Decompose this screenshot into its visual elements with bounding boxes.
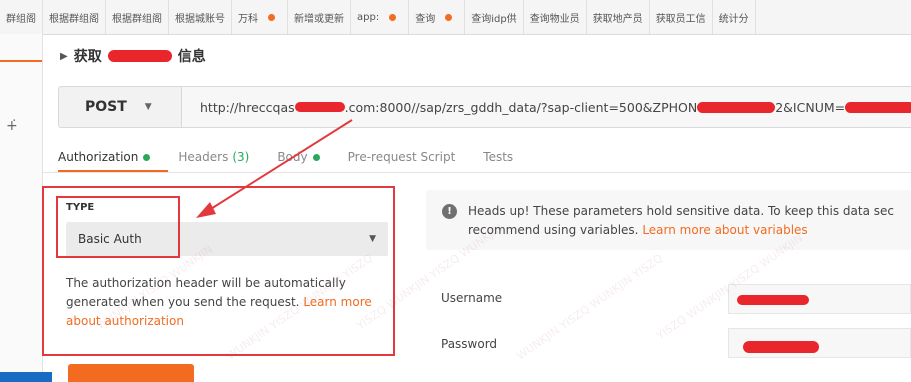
tab-headers[interactable]: Headers (3) — [178, 150, 249, 164]
auth-desc-line1: The authorization header will be automat… — [66, 276, 346, 290]
svg-text:WUNKJIN YISZQ WUNKJIN YISZQ: WUNKJIN YISZQ WUNKJIN YISZQ — [514, 251, 665, 362]
sidebar-collapsed: +̇ — [0, 34, 43, 382]
redaction-mark — [294, 102, 345, 112]
active-tab-underline — [58, 170, 168, 172]
status-dot-icon — [312, 153, 320, 161]
tab-item[interactable]: 根据群组阁 — [106, 0, 169, 34]
sidebar-active-indicator — [0, 60, 42, 62]
redaction-mark — [743, 341, 819, 353]
tab-item-label: 获取员工信 — [655, 13, 706, 25]
tab-item-label: 查询物业员 — [529, 13, 580, 25]
tab-item-label: 获取地产员 — [592, 13, 643, 25]
password-input[interactable] — [728, 328, 911, 358]
sidebar-toggle-icon[interactable]: +̇ — [6, 118, 18, 134]
request-title[interactable]: ▶ 获取 信息 — [60, 46, 206, 66]
method-select[interactable]: POST ▼ — [58, 86, 182, 128]
tab-item[interactable]: 根据群组阁 — [43, 0, 106, 34]
tab-tests-label: Tests — [483, 150, 514, 164]
url-part-3: 2&ICNUM= — [775, 99, 846, 115]
tab-body-label: Body — [277, 150, 308, 164]
auth-description: The authorization header will be automat… — [66, 274, 388, 331]
username-label: Username — [441, 291, 503, 305]
unsaved-dot-icon — [389, 13, 397, 21]
auth-desc-line2: generated when you send the request. — [66, 295, 300, 309]
tab-item-label: 根据城账号 — [175, 13, 225, 25]
tab-item[interactable]: 群组阁 — [0, 0, 43, 34]
learn-more-auth-link-cont[interactable]: about authorization — [66, 314, 184, 328]
tab-tests[interactable]: Tests — [483, 150, 513, 164]
url-part-1: http://hreccqas — [200, 99, 295, 115]
method-value: POST — [85, 99, 127, 115]
notice-line1: Heads up! These parameters hold sensitiv… — [468, 204, 894, 218]
learn-more-auth-link[interactable]: Learn more — [303, 295, 371, 309]
tab-item[interactable]: 查询idp供 — [465, 0, 524, 34]
tab-item[interactable]: 获取地产员 — [587, 0, 650, 34]
chevron-down-icon: ▼ — [369, 234, 376, 244]
tab-body[interactable]: Body — [277, 150, 320, 164]
request-subtabs: Authorization Headers (3) Body Pre-reque… — [58, 142, 541, 172]
request-title-suffix: 信息 — [177, 49, 206, 65]
status-dot-icon — [143, 153, 151, 161]
tab-pre-request-script[interactable]: Pre-request Script — [348, 150, 456, 164]
unsaved-dot-icon — [445, 13, 453, 21]
tab-item[interactable]: 万科 — [232, 0, 288, 34]
annotation-box-type — [56, 196, 180, 258]
notice-line2: recommend using variables. — [468, 223, 639, 237]
tab-item-label: 查询idp供 — [471, 13, 517, 25]
url-part-2: .com:8000//sap/zrs_gddh_data/?sap-client… — [344, 99, 698, 115]
taskbar-corner — [0, 372, 52, 382]
learn-more-variables-link[interactable]: Learn more about variables — [642, 223, 807, 237]
tab-divider — [42, 172, 911, 173]
sensitive-data-notice: ! Heads up! These parameters hold sensit… — [426, 190, 911, 250]
tab-item-label: 根据群组阁 — [49, 13, 99, 25]
headers-count-badge: (3) — [232, 150, 250, 164]
unsaved-dot-icon — [268, 13, 275, 21]
tab-item-label: 万科 — [238, 13, 258, 25]
tab-item-label: 统计分 — [718, 13, 749, 25]
tab-item[interactable]: 根据城账号 — [169, 0, 232, 34]
redaction-mark — [107, 50, 172, 62]
password-label: Password — [441, 337, 498, 351]
tab-item[interactable]: 查询物业员 — [524, 0, 587, 34]
tab-item[interactable]: 获取员工信 — [650, 0, 713, 34]
tab-authorization[interactable]: Authorization — [58, 150, 151, 164]
redaction-mark — [737, 295, 809, 305]
chevron-down-icon: ▼ — [144, 102, 152, 112]
tab-item-label: 群组阁 — [6, 13, 36, 25]
url-input[interactable]: http://hreccqas .com:8000//sap/zrs_gddh_… — [182, 86, 911, 128]
username-input[interactable] — [728, 284, 911, 314]
request-title-prefix: 获取 — [73, 49, 102, 65]
tab-item-label: app: — [357, 11, 380, 23]
warning-icon: ! — [442, 204, 457, 219]
tab-item-label: 根据群组阁 — [112, 13, 162, 25]
collapse-caret-icon[interactable]: ▶ — [60, 51, 68, 62]
tab-pre-request-label: Pre-request Script — [347, 150, 456, 164]
tab-authorization-label: Authorization — [58, 150, 139, 164]
tab-item-label: 查询 — [415, 13, 436, 25]
redaction-mark — [845, 101, 911, 113]
orange-button[interactable] — [68, 364, 194, 382]
tab-item[interactable]: 统计分 — [713, 0, 756, 34]
tab-item-label: 新增或更新 — [294, 13, 344, 25]
request-tab-strip: 群组阁 根据群组阁 根据群组阁 根据城账号 万科 新增或更新 app: 查询 查询idp供 查询物… — [0, 0, 911, 35]
tab-headers-label: Headers — [178, 150, 229, 164]
redaction-mark — [697, 101, 776, 113]
tab-item[interactable]: 查询 — [409, 0, 466, 34]
tab-item[interactable]: 新增或更新 — [288, 0, 351, 34]
tab-item[interactable]: app: — [351, 0, 410, 34]
